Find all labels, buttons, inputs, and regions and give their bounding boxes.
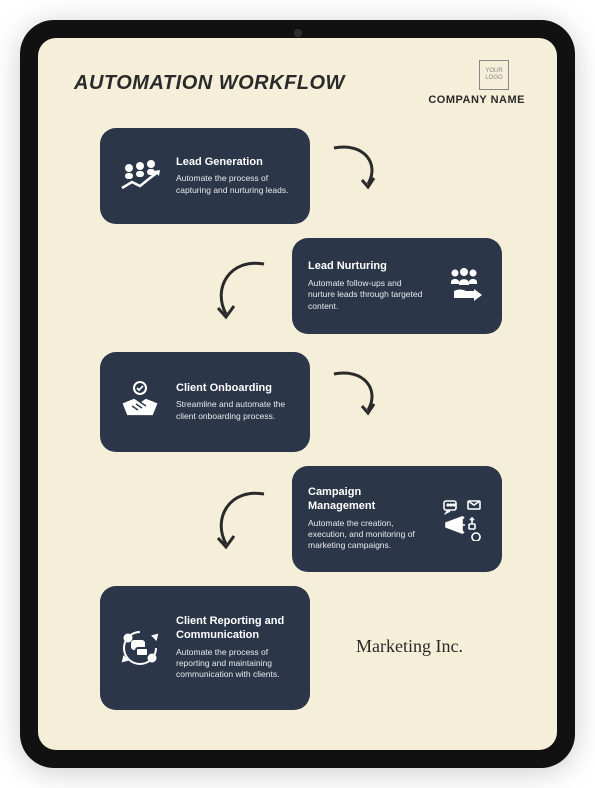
step-title: Client Reporting and Communication [176, 615, 294, 643]
step-desc: Automate the process of capturing and nu… [176, 173, 294, 196]
step-client-onboarding: Client Onboarding Streamline and automat… [100, 352, 310, 452]
footer-brand: Marketing Inc. [356, 636, 463, 657]
flow-arrow-1 [324, 138, 384, 198]
flow-arrow-3 [324, 364, 384, 424]
step-desc: Automate follow-ups and nurture leads th… [308, 278, 426, 312]
client-reporting-icon [116, 624, 164, 672]
tablet-camera-dot [294, 29, 302, 37]
page-title: AUTOMATION WORKFLOW [74, 72, 345, 95]
diagram-stage: AUTOMATION WORKFLOW YOUR LOGO COMPANY NA… [38, 38, 557, 750]
company-name: COMPANY NAME [428, 94, 525, 106]
tablet-frame: AUTOMATION WORKFLOW YOUR LOGO COMPANY NA… [20, 20, 575, 768]
step-lead-generation: Lead Generation Automate the process of … [100, 128, 310, 224]
flow-arrow-4 [210, 486, 274, 558]
step-lead-nurturing: Lead Nurturing Automate follow-ups and n… [292, 238, 502, 334]
step-title: Client Onboarding [176, 382, 294, 396]
lead-generation-icon [116, 152, 164, 200]
client-onboarding-icon [116, 378, 164, 426]
step-title: Lead Nurturing [308, 260, 426, 274]
step-title: Lead Generation [176, 156, 294, 170]
campaign-management-icon [438, 495, 486, 543]
logo-placeholder: YOUR LOGO [479, 60, 509, 90]
step-desc: Streamline and automate the client onboa… [176, 399, 294, 422]
step-client-reporting: Client Reporting and Communication Autom… [100, 586, 310, 710]
lead-nurturing-icon [438, 262, 486, 310]
step-campaign-management: Campaign Management Automate the creatio… [292, 466, 502, 572]
step-desc: Automate the creation, execution, and mo… [308, 518, 426, 552]
step-desc: Automate the process of reporting and ma… [176, 647, 294, 681]
step-title: Campaign Management [308, 486, 426, 514]
screen: AUTOMATION WORKFLOW YOUR LOGO COMPANY NA… [38, 38, 557, 750]
flow-arrow-2 [210, 256, 274, 328]
